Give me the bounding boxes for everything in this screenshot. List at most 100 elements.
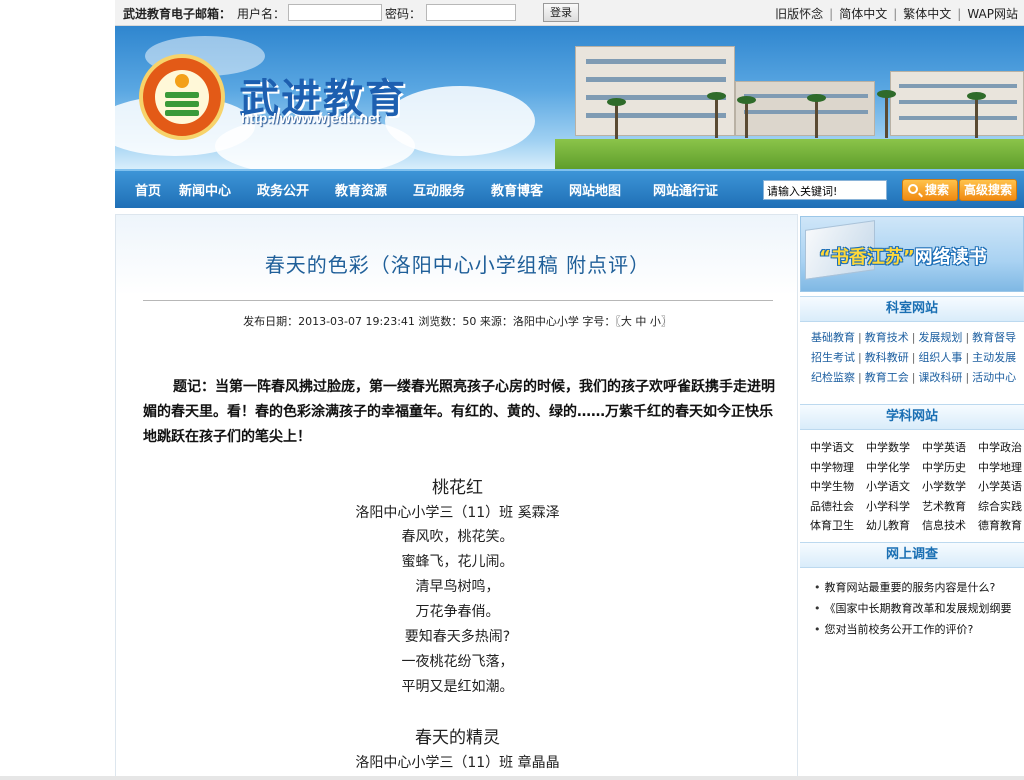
poem: 春天的精灵 洛阳中心小学三（11）班 章晶晶 — [116, 725, 797, 775]
email-login-title: 武进教育电子邮箱： — [123, 7, 232, 21]
nav-resources[interactable]: 教育资源 — [335, 180, 387, 199]
username-label: 用户名： — [237, 7, 286, 21]
keshi-link[interactable]: 课改科研 — [918, 371, 962, 384]
link-old-version[interactable]: 旧版怀念 — [775, 7, 823, 21]
xueke-link[interactable]: 中学生物 — [810, 477, 866, 497]
separator: | — [829, 7, 834, 21]
xueke-link[interactable]: 中学物理 — [810, 458, 866, 478]
logo-icon[interactable] — [139, 54, 225, 140]
xueke-link[interactable]: 品德社会 — [810, 497, 866, 517]
building — [890, 71, 1024, 136]
divider — [143, 300, 773, 301]
keshi-link[interactable]: 教科教研 — [865, 351, 909, 364]
xueke-row: 品德社会 小学科学 艺术教育 综合实践 — [810, 497, 1024, 517]
survey-list: 教育网站最重要的服务内容是什么? 《国家中长期教育改革和发展规划纲要 您对当前校… — [814, 577, 1020, 640]
top-links: 旧版怀念 | 简体中文 | 繁体中文 | WAP网站 — [775, 5, 1018, 22]
xueke-link[interactable]: 中学地理 — [978, 458, 1024, 478]
xueke-row: 体育卫生 幼儿教育 信息技术 德育教育 — [810, 516, 1024, 536]
survey-item[interactable]: 教育网站最重要的服务内容是什么? — [814, 577, 1020, 598]
poem-line: 一夜桃花纷飞落， — [401, 654, 514, 670]
link-traditional[interactable]: 繁体中文 — [903, 7, 951, 21]
keshi-link[interactable]: 基础教育 — [811, 331, 855, 344]
keshi-link[interactable]: 活动中心 — [972, 371, 1016, 384]
poem-line: 春风吹，桃花笑。 — [401, 529, 514, 545]
poem-line: 平明又是红如潮。 — [401, 679, 514, 695]
main-nav: 首页 新闻中心 政务公开 教育资源 互动服务 教育博客 网站地图 网站通行证 请… — [115, 169, 1024, 208]
xueke-link[interactable]: 中学历史 — [922, 458, 978, 478]
search-input[interactable]: 请输入关键词! — [763, 180, 887, 200]
top-bar: 武进教育电子邮箱： 用户名： 密码： 登录 旧版怀念 | 简体中文 | 繁体中文 | WAP… — [115, 0, 1024, 26]
nav-home[interactable]: 首页 — [135, 180, 161, 199]
xueke-link[interactable]: 中学语文 — [810, 438, 866, 458]
xueke-link[interactable]: 体育卫生 — [810, 516, 866, 536]
poem-line: 清早鸟树鸣， — [415, 579, 500, 595]
palm-tree — [607, 98, 626, 139]
xueke-link[interactable]: 艺术教育 — [922, 497, 978, 517]
nav-passport[interactable]: 网站通行证 — [653, 180, 718, 199]
xueke-link[interactable]: 小学数学 — [922, 477, 978, 497]
keshi-row: 招生考试 | 教科教研 | 组织人事 | 主动发展 — [811, 351, 1017, 364]
nav-sitemap[interactable]: 网站地图 — [569, 180, 621, 199]
building — [575, 46, 735, 136]
xueke-link[interactable]: 中学数学 — [866, 438, 922, 458]
link-wap[interactable]: WAP网站 — [967, 7, 1018, 21]
nav-blog[interactable]: 教育博客 — [491, 180, 543, 199]
keshi-section-title: 科室网站 — [800, 296, 1024, 322]
keshi-link[interactable]: 教育技术 — [865, 331, 909, 344]
banner: 武进教育 http://www.wjedu.net — [115, 26, 1024, 169]
xueke-link[interactable]: 中学英语 — [922, 438, 978, 458]
xueke-link[interactable]: 信息技术 — [922, 516, 978, 536]
survey-item[interactable]: 您对当前校务公开工作的评价? — [814, 619, 1020, 640]
keshi-row: 基础教育 | 教育技术 | 发展规划 | 教育督导 — [811, 331, 1017, 344]
palm-tree — [807, 94, 826, 138]
password-input[interactable] — [426, 4, 516, 21]
logo-stripe — [165, 101, 199, 107]
search-icon — [908, 184, 918, 194]
poem-line: 万花争春俏。 — [415, 604, 500, 620]
reading-promo-banner[interactable]: “书香江苏”网络读书 — [800, 216, 1024, 292]
xueke-link[interactable]: 中学化学 — [866, 458, 922, 478]
nav-news[interactable]: 新闻中心 — [179, 180, 231, 199]
keshi-link[interactable]: 主动发展 — [972, 351, 1016, 364]
poem-title: 春天的精灵 — [415, 728, 500, 748]
palm-tree — [707, 92, 726, 138]
article-meta: 发布日期：2013-03-07 19:23:41 浏览数：50 来源：洛阳中心小… — [243, 315, 672, 328]
xueke-link[interactable]: 小学语文 — [866, 477, 922, 497]
advanced-search-button[interactable]: 高级搜索 — [959, 179, 1017, 201]
lawn — [555, 139, 1024, 169]
keshi-link[interactable]: 发展规划 — [918, 331, 962, 344]
logo-emblem — [155, 70, 209, 124]
sun-icon — [175, 74, 189, 88]
keshi-link[interactable]: 教育督导 — [972, 331, 1016, 344]
nav-interaction[interactable]: 互动服务 — [413, 180, 465, 199]
xueke-link[interactable]: 综合实践 — [978, 497, 1024, 517]
link-simplified[interactable]: 简体中文 — [839, 7, 887, 21]
username-input[interactable] — [288, 4, 382, 21]
article-intro: 题记：当第一阵春风拂过脸庞，第一缕春光照亮孩子心房的时候，我们的孩子欢呼雀跃携手… — [143, 379, 775, 445]
poem-line: 蜜蜂飞，花儿闹。 — [401, 554, 514, 570]
keshi-link[interactable]: 教育工会 — [865, 371, 909, 384]
poem: 桃花红 洛阳中心小学三（11）班 奚霖泽 春风吹，桃花笑。 蜜蜂飞，花儿闹。 清… — [116, 475, 797, 700]
keshi-link[interactable]: 组织人事 — [918, 351, 962, 364]
xueke-link[interactable]: 中学政治 — [978, 438, 1024, 458]
palm-tree — [967, 92, 986, 138]
xueke-link[interactable]: 幼儿教育 — [866, 516, 922, 536]
sidebar: “书香江苏”网络读书 科室网站 基础教育 | 教育技术 | 发展规划 | 教育督导 招生考试… — [800, 214, 1024, 780]
poem-author: 洛阳中心小学三（11）班 奚霖泽 — [355, 505, 560, 521]
promo-text: “书香江苏”网络读书 — [819, 243, 987, 269]
xueke-link[interactable]: 小学英语 — [978, 477, 1024, 497]
survey-section-title: 网上调查 — [800, 542, 1024, 568]
campus-photo — [555, 26, 1024, 169]
survey-item[interactable]: 《国家中长期教育改革和发展规划纲要 — [814, 598, 1020, 619]
keshi-link[interactable]: 招生考试 — [811, 351, 855, 364]
keshi-link[interactable]: 纪检监察 — [811, 371, 855, 384]
site-url: http://www.wjedu.net — [241, 110, 381, 126]
poem-author: 洛阳中心小学三（11）班 章晶晶 — [355, 755, 560, 771]
login-button[interactable]: 登录 — [543, 3, 579, 22]
nav-government[interactable]: 政务公开 — [257, 180, 309, 199]
xueke-link[interactable]: 小学科学 — [866, 497, 922, 517]
page: 武进教育电子邮箱： 用户名： 密码： 登录 旧版怀念 | 简体中文 | 繁体中文 | WAP… — [0, 0, 1024, 780]
xueke-row: 中学生物 小学语文 小学数学 小学英语 — [810, 477, 1024, 497]
xueke-link[interactable]: 德育教育 — [978, 516, 1024, 536]
search-button[interactable]: 搜索 — [902, 179, 958, 201]
